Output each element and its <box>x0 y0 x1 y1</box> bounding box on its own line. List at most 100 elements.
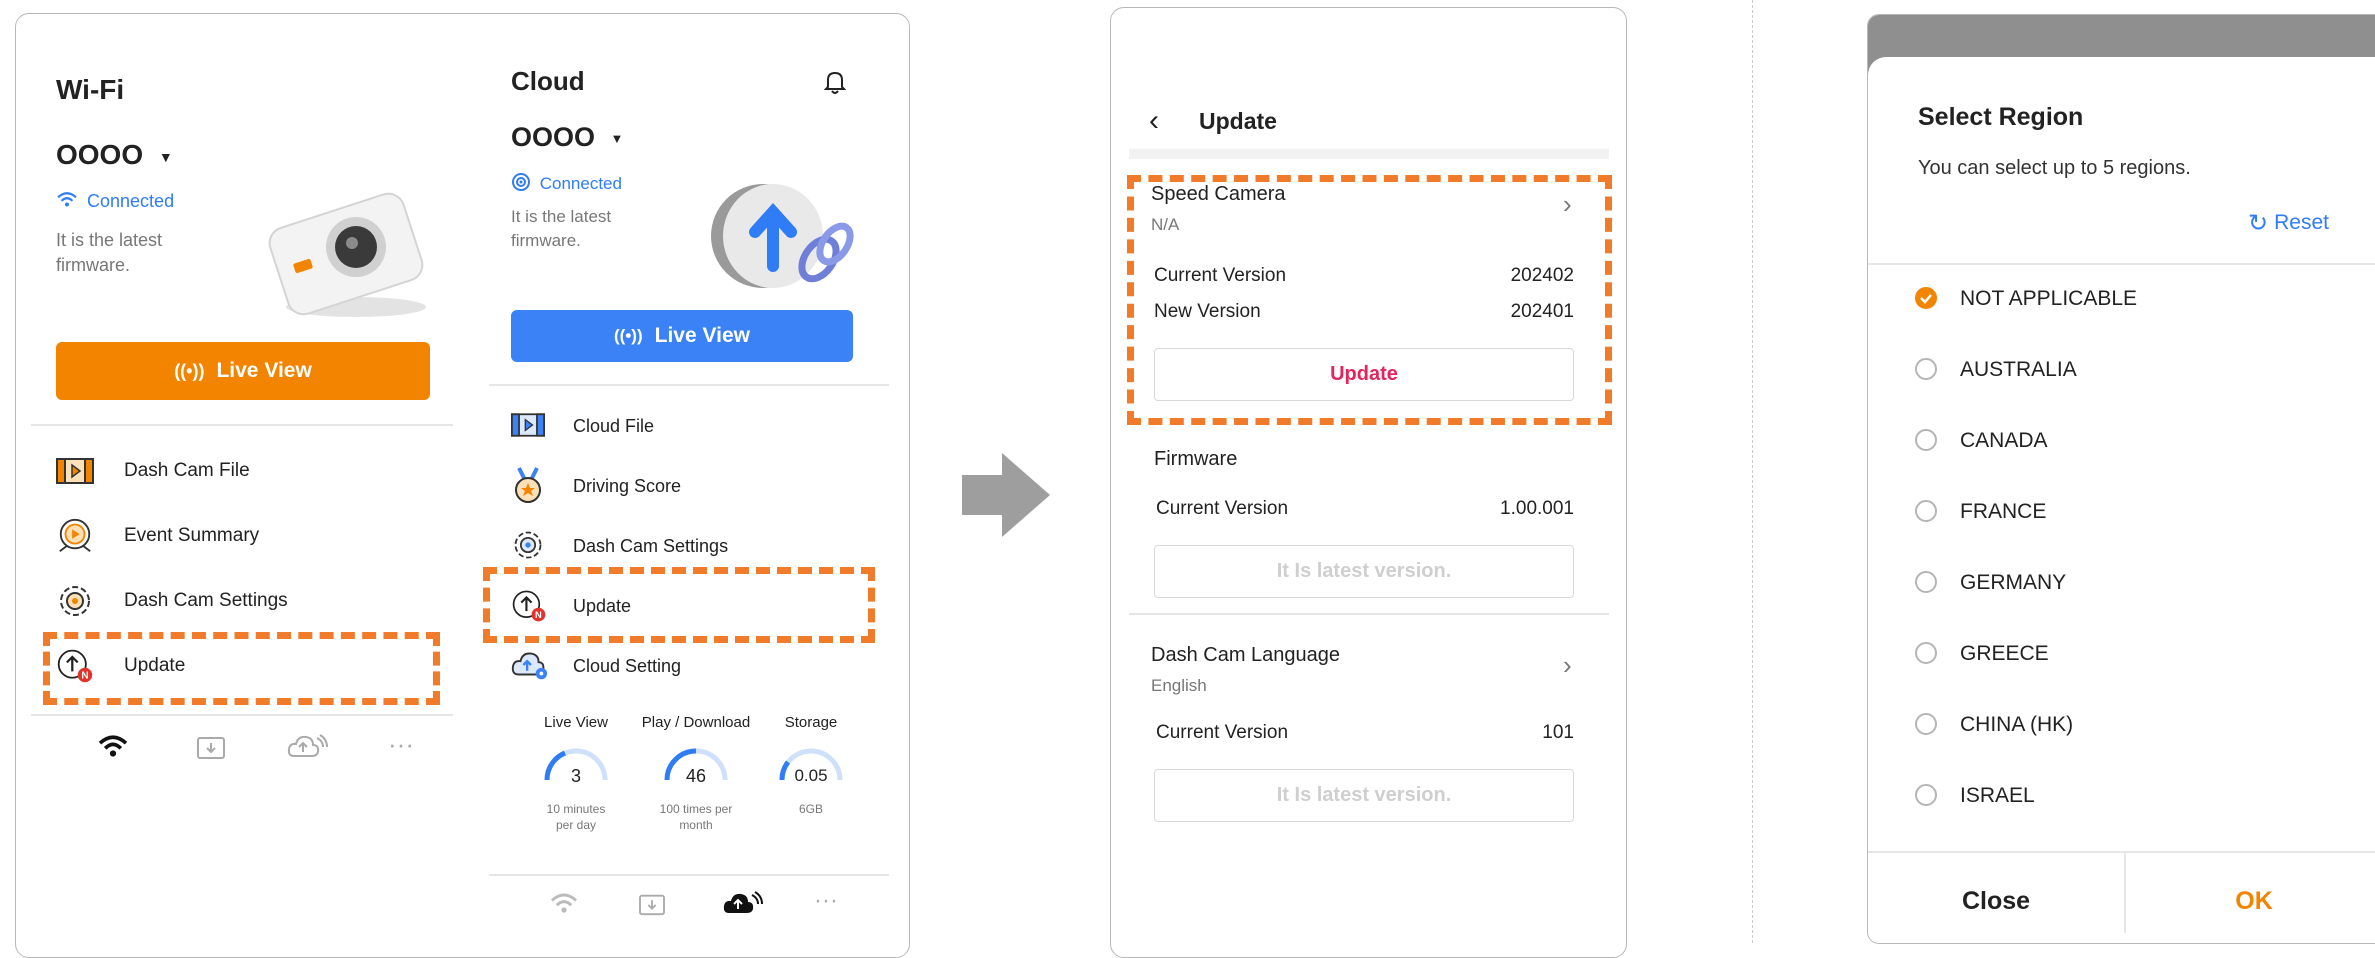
update-highlight-cloud <box>483 567 875 643</box>
wifi-bottom-nav: ··· <box>76 729 436 769</box>
device-name: OOOO <box>511 122 596 152</box>
wifi-device-selector[interactable]: OOOO ▼ <box>56 139 173 171</box>
cloud-menu-item-cloud-file[interactable]: Cloud File <box>511 402 871 452</box>
divider <box>1868 263 2375 265</box>
menu-label: Cloud Setting <box>573 656 682 676</box>
status-text: Connected <box>539 174 622 193</box>
region-option[interactable]: AUSTRALIA <box>1868 338 2375 409</box>
cloud-upload-illustration <box>711 184 854 288</box>
nav-wifi-icon[interactable] <box>96 734 130 765</box>
wifi-live-view-button[interactable]: ((•)) Live View <box>56 342 430 400</box>
firmware-message-line2: firmware. <box>56 255 131 275</box>
region-label: GREECE <box>1960 642 2049 665</box>
region-option[interactable]: ISRAEL <box>1868 764 2375 835</box>
panel-separator <box>1752 0 1753 943</box>
wifi-menu-item-dash-cam-settings[interactable]: Dash Cam Settings <box>56 574 456 630</box>
reset-button[interactable]: ↻ Reset <box>2248 209 2329 238</box>
wifi-icon <box>57 192 77 207</box>
cloud-menu-item-dash-cam-settings[interactable]: Dash Cam Settings <box>511 522 871 572</box>
section-sub: English <box>1151 676 1207 695</box>
radio-icon[interactable] <box>1915 642 1937 664</box>
region-option[interactable]: CANADA <box>1868 409 2375 480</box>
current-version-label: Current Version <box>1156 722 1289 743</box>
firmware-latest-button: It Is latest version. <box>1154 545 1574 598</box>
chevron-down-icon: ▼ <box>610 131 624 147</box>
firmware-message-line1: It is the latest <box>56 230 163 250</box>
divider <box>1868 851 2375 853</box>
cloud-device-selector[interactable]: OOOO ▼ <box>511 122 623 153</box>
stat-storage: Storage 0.05 6GB <box>761 714 861 844</box>
stat-value: 0.05 <box>794 766 828 785</box>
gear-icon <box>511 528 545 562</box>
region-screen-panel: Select Region You can select up to 5 reg… <box>1867 14 2375 944</box>
current-version-value: 1.00.001 <box>1500 498 1574 519</box>
menu-label: Dash Cam Settings <box>124 590 288 611</box>
cloud-menu-item-driving-score[interactable]: Driving Score <box>511 462 871 512</box>
nav-more-icon[interactable]: ··· <box>388 729 414 760</box>
region-label: NOT APPLICABLE <box>1960 287 2138 310</box>
dash-cam-language-row[interactable]: Dash Cam Language English › <box>1151 644 1581 704</box>
nav-more-icon[interactable]: ··· <box>814 887 838 915</box>
event-summary-icon <box>56 517 94 555</box>
radio-icon[interactable] <box>1915 571 1937 593</box>
radio-icon[interactable] <box>1915 500 1937 522</box>
stat-label: Live View <box>544 714 608 731</box>
region-option[interactable]: GREECE <box>1868 622 2375 693</box>
radio-icon[interactable] <box>1915 429 1937 451</box>
region-label: AUSTRALIA <box>1960 358 2077 381</box>
current-version-label: Current Version <box>1156 498 1289 519</box>
cloud-connection-status: Connected <box>511 172 622 194</box>
stat-value: 46 <box>685 766 707 786</box>
nav-cloud-icon[interactable] <box>286 732 328 767</box>
film-icon <box>56 452 94 490</box>
stat-label: Play / Download <box>641 714 751 731</box>
menu-label: Dash Cam File <box>124 460 250 481</box>
home-screen-panel: Wi-Fi OOOO ▼ Connected It is the latest … <box>15 13 910 958</box>
nav-wifi-icon[interactable] <box>548 892 580 921</box>
live-broadcast-icon: ((•)) <box>614 326 643 345</box>
medal-icon <box>511 467 545 503</box>
stat-label: Storage <box>784 714 838 731</box>
region-label: FRANCE <box>1960 500 2047 523</box>
cloud-menu-item-cloud-setting[interactable]: Cloud Setting <box>511 642 871 692</box>
nav-cloud-icon[interactable] <box>721 889 763 924</box>
nav-download-icon[interactable] <box>638 892 666 921</box>
region-option[interactable]: FRANCE <box>1868 480 2375 551</box>
radio-icon[interactable] <box>1915 784 1937 806</box>
wifi-menu-item-dash-cam-file[interactable]: Dash Cam File <box>56 444 456 500</box>
back-chevron-icon[interactable]: ‹ <box>1149 104 1159 138</box>
nav-download-icon[interactable] <box>196 734 226 765</box>
stat-sub1: 100 times per <box>659 802 733 816</box>
cloud-title: Cloud <box>511 66 585 96</box>
reset-label: Reset <box>2274 211 2329 234</box>
wifi-menu-item-event-summary[interactable]: Event Summary <box>56 509 456 565</box>
cloud-live-view-button[interactable]: ((•)) Live View <box>511 310 853 362</box>
divider <box>489 874 889 876</box>
radio-icon[interactable] <box>1915 358 1937 380</box>
divider <box>31 714 453 716</box>
region-option[interactable]: CHINA (HK) <box>1868 693 2375 764</box>
dialog-title: Select Region <box>1918 103 2084 131</box>
arrow-right-icon <box>962 453 1050 537</box>
dash-cam-illustration <box>268 192 426 317</box>
close-button[interactable]: Close <box>1868 887 2124 916</box>
dialog-subtitle: You can select up to 5 regions. <box>1918 157 2191 179</box>
wifi-connection-status: Connected <box>56 191 174 212</box>
bell-icon[interactable] <box>824 69 846 95</box>
section-name: Dash Cam Language <box>1151 644 1341 666</box>
reset-icon: ↻ <box>2248 210 2269 237</box>
region-option[interactable]: NOT APPLICABLE <box>1868 267 2375 338</box>
radio-icon[interactable] <box>1915 713 1937 735</box>
stat-sub2: month <box>679 818 713 832</box>
live-view-label: Live View <box>654 324 750 347</box>
language-latest-button: It Is latest version. <box>1154 769 1574 822</box>
firmware-title: Firmware <box>1154 448 1238 470</box>
region-option[interactable]: GERMANY <box>1868 551 2375 622</box>
device-name: OOOO <box>56 139 144 170</box>
ok-button[interactable]: OK <box>2126 887 2375 916</box>
stat-live-view: Live View 3 10 minutes per day <box>526 714 626 844</box>
chevron-right-icon: › <box>1563 650 1572 680</box>
menu-label: Cloud File <box>573 416 655 436</box>
checked-radio-icon[interactable] <box>1915 287 1937 309</box>
update-highlight-wifi <box>43 632 440 705</box>
